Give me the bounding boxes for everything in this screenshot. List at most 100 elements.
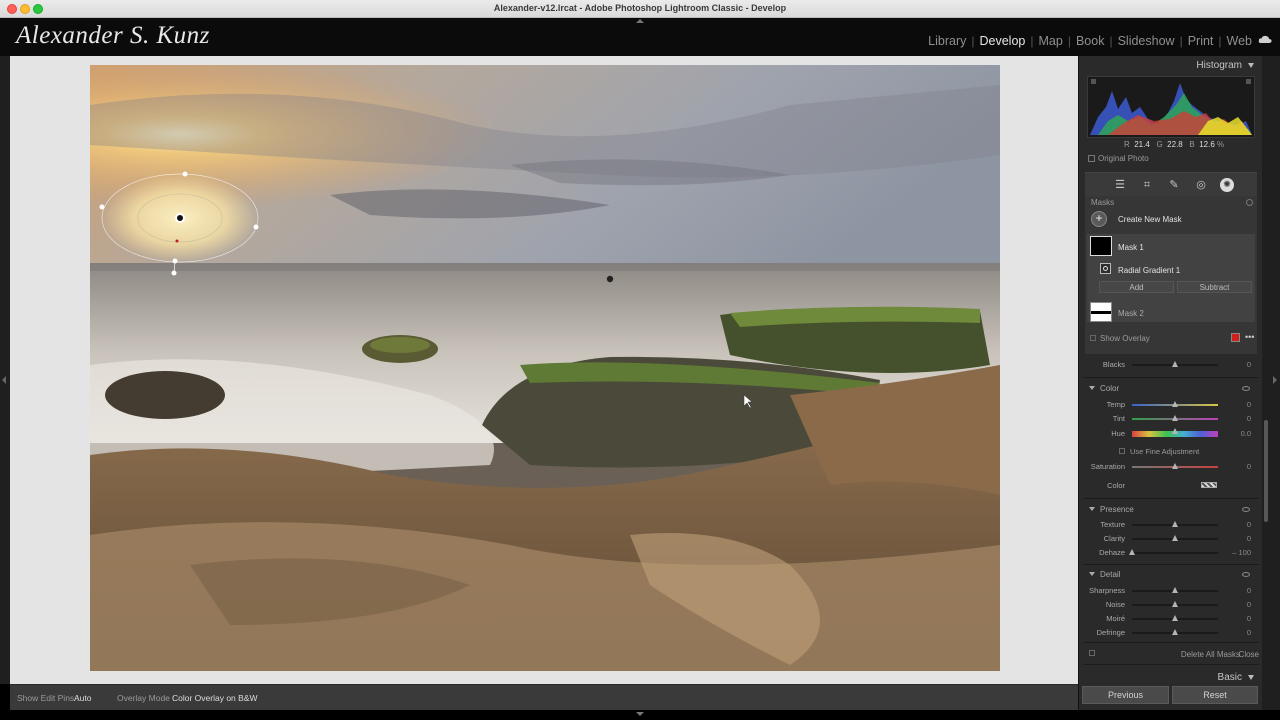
defringe-slider-thumb[interactable] (1172, 629, 1178, 635)
color-disclosure-icon[interactable] (1089, 386, 1095, 390)
r-value: 21.4 (1134, 140, 1150, 149)
bottom-panel-toggle-icon[interactable] (636, 712, 644, 716)
clarity-slider[interactable] (1132, 535, 1218, 541)
mask1-label[interactable]: Mask 1 (1118, 243, 1144, 252)
panel-scrollbar[interactable] (1264, 420, 1268, 522)
histogram-graph[interactable] (1087, 76, 1255, 138)
mask1-thumbnail[interactable] (1090, 236, 1112, 256)
sharpness-slider[interactable] (1132, 587, 1218, 593)
edit-sliders-icon[interactable]: ☰ (1114, 179, 1126, 191)
module-print[interactable]: Print (1188, 34, 1214, 48)
moire-slider-thumb[interactable] (1172, 615, 1178, 621)
tint-value[interactable]: 0 (1223, 414, 1251, 423)
subtract-component-button[interactable]: Subtract (1177, 281, 1252, 293)
noise-value[interactable]: 0 (1223, 600, 1251, 609)
red-eye-icon[interactable]: ◎ (1195, 179, 1207, 191)
defringe-slider[interactable] (1132, 629, 1218, 635)
saturation-value[interactable]: 0 (1223, 462, 1251, 471)
radial-gradient-icon[interactable] (1100, 263, 1111, 274)
healing-brush-icon[interactable]: ✎ (1168, 179, 1180, 191)
hue-slider[interactable] (1132, 428, 1218, 437)
mask1-group[interactable] (1087, 234, 1255, 322)
defringe-value[interactable]: 0 (1223, 628, 1251, 637)
saturation-slider-thumb[interactable] (1172, 463, 1178, 469)
right-panel-toggle-icon[interactable] (1273, 376, 1277, 384)
fine-adjustment-checkbox[interactable] (1119, 448, 1125, 454)
presence-section-header[interactable]: Presence (1089, 505, 1134, 514)
dehaze-slider-thumb[interactable] (1129, 549, 1135, 555)
detail-section-header[interactable]: Detail (1089, 570, 1120, 579)
left-panel-toggle-icon[interactable] (2, 376, 6, 384)
original-photo-checkbox[interactable] (1088, 155, 1095, 162)
texture-slider-thumb[interactable] (1172, 521, 1178, 527)
show-edit-pins-dropdown[interactable]: Auto (74, 693, 92, 703)
crop-icon[interactable]: ⌗ (1141, 179, 1153, 191)
dehaze-slider[interactable] (1129, 549, 1218, 555)
hue-slider-thumb[interactable] (1172, 428, 1178, 434)
module-book[interactable]: Book (1076, 34, 1105, 48)
noise-slider-thumb[interactable] (1172, 601, 1178, 607)
moire-value[interactable]: 0 (1223, 614, 1251, 623)
mask2-thumbnail[interactable] (1090, 302, 1112, 322)
module-map[interactable]: Map (1039, 34, 1063, 48)
basic-panel-title[interactable]: Basic (1218, 672, 1242, 683)
radial-gradient-1-label[interactable]: Radial Gradient 1 (1118, 266, 1180, 275)
image-canvas[interactable] (10, 56, 1078, 684)
photo-preview[interactable] (90, 65, 1000, 671)
sharpness-value[interactable]: 0 (1223, 586, 1251, 595)
blacks-value[interactable]: 0 (1223, 360, 1251, 369)
dehaze-row: Dehaze – 100 (1079, 548, 1263, 560)
module-library[interactable]: Library (928, 34, 966, 48)
add-component-button[interactable]: Add (1099, 281, 1174, 293)
moire-slider[interactable] (1132, 615, 1218, 621)
overlay-mode-dropdown[interactable]: Color Overlay on B&W (172, 693, 258, 703)
temp-value[interactable]: 0 (1223, 400, 1251, 409)
texture-slider[interactable] (1132, 521, 1218, 527)
tint-slider-thumb[interactable] (1172, 415, 1178, 421)
temp-label: Temp (1106, 400, 1125, 409)
clarity-value[interactable]: 0 (1223, 534, 1251, 543)
blacks-row: Blacks 0 (1079, 360, 1263, 372)
sharpness-slider-thumb[interactable] (1172, 587, 1178, 593)
delete-all-masks-button[interactable]: Delete All Masks (1181, 650, 1240, 659)
histogram-title[interactable]: Histogram (1196, 60, 1242, 71)
add-mask-icon[interactable]: + (1091, 211, 1107, 227)
temp-slider[interactable] (1132, 401, 1218, 407)
module-slideshow[interactable]: Slideshow (1118, 34, 1175, 48)
cloud-sync-icon[interactable] (1258, 35, 1272, 44)
temp-slider-thumb[interactable] (1172, 401, 1178, 407)
color-picker-swatch[interactable] (1201, 482, 1217, 488)
tint-slider[interactable] (1132, 415, 1218, 421)
blacks-slider-thumb[interactable] (1172, 361, 1178, 367)
saturation-row: Saturation 0 (1079, 462, 1263, 474)
top-panel-toggle-icon[interactable] (636, 19, 644, 23)
create-new-mask-button[interactable]: Create New Mask (1118, 215, 1182, 224)
texture-value[interactable]: 0 (1223, 520, 1251, 529)
mask-footer-toggle-icon[interactable] (1089, 650, 1095, 656)
show-overlay-checkbox[interactable] (1090, 335, 1096, 341)
reset-button[interactable]: Reset (1172, 686, 1258, 704)
histogram-collapse-icon[interactable] (1248, 63, 1254, 68)
module-develop[interactable]: Develop (980, 34, 1026, 48)
blacks-slider[interactable] (1132, 361, 1218, 367)
detail-disclosure-icon[interactable] (1089, 572, 1095, 576)
clarity-slider-thumb[interactable] (1172, 535, 1178, 541)
detail-visibility-eye-icon[interactable] (1242, 572, 1250, 577)
color-section-header[interactable]: Color (1089, 384, 1119, 393)
dehaze-value[interactable]: – 100 (1223, 548, 1251, 557)
close-masks-button[interactable]: Close (1239, 650, 1259, 659)
previous-button[interactable]: Previous (1082, 686, 1169, 704)
saturation-slider[interactable] (1132, 463, 1218, 469)
masking-icon[interactable]: ✺ (1220, 178, 1234, 192)
masks-help-icon[interactable] (1246, 199, 1253, 206)
noise-slider[interactable] (1132, 601, 1218, 607)
overlay-color-swatch[interactable] (1231, 333, 1240, 342)
basic-collapse-icon[interactable] (1248, 675, 1254, 680)
module-web[interactable]: Web (1227, 34, 1252, 48)
mask2-label[interactable]: Mask 2 (1118, 309, 1144, 318)
presence-visibility-eye-icon[interactable] (1242, 507, 1250, 512)
hue-value[interactable]: 0.0 (1223, 429, 1251, 438)
presence-disclosure-icon[interactable] (1089, 507, 1095, 511)
color-visibility-eye-icon[interactable] (1242, 386, 1250, 391)
more-options-icon[interactable]: ••• (1245, 332, 1254, 342)
